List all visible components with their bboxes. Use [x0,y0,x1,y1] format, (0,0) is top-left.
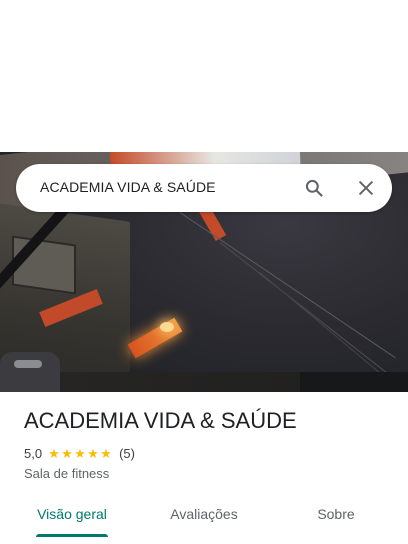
star-rating: ★ ★ ★ ★ ★ [48,447,113,460]
photo-lamp [160,322,174,332]
active-tab-indicator [36,534,108,537]
tab-reviews[interactable]: Avaliações [148,496,260,532]
photo-car [0,352,60,392]
place-title: ACADEMIA VIDA & SAÚDE [24,408,297,433]
star-icon: ★ [48,445,60,461]
photo-car-shine [14,360,42,368]
review-count[interactable]: (5) [119,446,135,461]
photo-wire [179,212,396,359]
star-icon: ★ [100,445,112,461]
tab-overview[interactable]: Visão geral [24,496,120,532]
place-tabs: Visão geral Avaliações Sobre [0,496,408,544]
search-icon[interactable] [304,178,324,198]
search-query-text[interactable]: ACADEMIA VIDA & SAÚDE [40,179,216,195]
place-category[interactable]: Sala de fitness [24,466,109,481]
star-icon: ★ [74,445,86,461]
star-icon: ★ [87,445,99,461]
star-icon: ★ [61,445,73,461]
blank-map-area [0,0,408,152]
photo-lit-sign [127,317,183,359]
photo-horizon [300,372,408,392]
search-bar[interactable]: ACADEMIA VIDA & SAÚDE [16,164,392,212]
tab-about[interactable]: Sobre [292,496,380,532]
rating-row[interactable]: 5,0 ★ ★ ★ ★ ★ (5) [24,445,135,461]
rating-value: 5,0 [24,445,43,461]
photo-panel [12,235,76,295]
close-icon[interactable] [356,178,376,198]
